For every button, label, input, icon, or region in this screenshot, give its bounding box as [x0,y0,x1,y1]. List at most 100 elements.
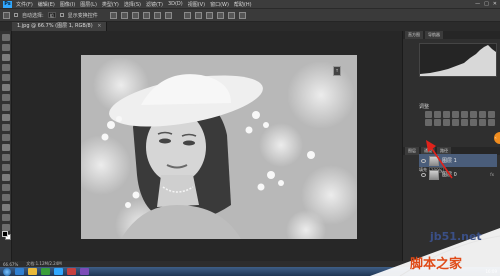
foreground-color-swatch[interactable] [2,231,8,237]
align-center-icon[interactable] [153,11,161,19]
menu-window[interactable]: 窗口(W) [210,1,229,8]
align-bottom-icon[interactable] [131,11,139,19]
move-tool-preset-icon[interactable] [3,11,10,19]
histogram-panel-tabs: 直方图 导航器 [403,31,500,39]
posterize-icon[interactable] [461,119,468,126]
auto-select-checkbox[interactable] [14,13,18,17]
threshold-icon[interactable] [470,119,477,126]
invert-icon[interactable] [452,119,459,126]
tab-histogram[interactable]: 直方图 [405,31,423,39]
curves-icon[interactable] [443,111,450,118]
quick-select-tool-icon[interactable] [2,64,10,71]
path-select-tool-icon[interactable] [2,194,10,201]
annotation-arrow-icon [426,140,453,179]
app-taskbar-icon[interactable] [41,268,50,275]
ie-taskbar-icon[interactable] [15,268,24,275]
close-button[interactable]: ✕ [493,1,497,7]
vibrance-icon[interactable] [461,111,468,118]
healing-brush-tool-icon[interactable] [2,94,10,101]
channel-mixer-icon[interactable] [434,119,441,126]
marquee-tool-icon[interactable] [2,44,10,51]
blur-tool-icon[interactable] [2,154,10,161]
window-controls: — □ ✕ [475,1,497,7]
document-tab[interactable]: 1.jpg @ 66.7% (图层 1, RGB/8) × [12,22,108,31]
photo-filter-icon[interactable] [425,119,432,126]
selective-color-icon[interactable] [488,119,495,126]
color-balance-icon[interactable] [479,111,486,118]
document-tab-bar: 1.jpg @ 66.7% (图层 1, RGB/8) × [0,22,500,31]
tab-navigator[interactable]: 导航器 [425,31,443,39]
brightness-contrast-icon[interactable] [425,111,432,118]
dodge-tool-icon[interactable] [2,164,10,171]
document-image[interactable] [81,55,357,239]
distribute-right-icon[interactable] [238,11,246,19]
shape-tool-icon[interactable] [2,204,10,211]
eyedropper-tool-icon[interactable] [2,84,10,91]
align-left-icon[interactable] [142,11,150,19]
histogram-graph [420,45,496,76]
move-tool-icon[interactable] [2,34,10,41]
adjustments-grid [425,111,497,126]
document-tab-title: 1.jpg @ 66.7% (图层 1, RGB/8) [17,23,93,29]
maximize-button[interactable]: □ [484,1,489,7]
black-white-icon[interactable] [488,111,495,118]
gradient-tool-icon[interactable] [2,144,10,151]
show-transform-label: 显示变换控件 [67,12,98,19]
minimize-button[interactable]: — [475,1,480,7]
eraser-tool-icon[interactable] [2,134,10,141]
menu-file[interactable]: 文件(F) [16,1,33,8]
adjustments-panel-title: 调整 [419,104,430,110]
floating-orange-badge[interactable]: ‹ [494,132,500,144]
distribute-middle-icon[interactable] [194,11,202,19]
menu-layer[interactable]: 图层(L) [80,1,97,8]
align-right-icon[interactable] [164,11,172,19]
show-transform-checkbox[interactable] [59,13,64,17]
image-properties-icon[interactable]: ↑ [333,66,341,76]
lasso-tool-icon[interactable] [2,54,10,61]
exposure-icon[interactable] [452,111,459,118]
gradient-map-icon[interactable] [479,119,486,126]
auto-select-label: 自动选择: [22,12,44,19]
align-top-icon[interactable] [109,11,117,19]
portrait-photo [81,55,357,239]
align-middle-icon[interactable] [120,11,128,19]
pen-tool-icon[interactable] [2,174,10,181]
distribute-bottom-icon[interactable] [205,11,213,19]
brush-tool-icon[interactable] [2,104,10,111]
layer-effects-badge: fx [490,172,494,177]
menu-help[interactable]: 帮助(H) [234,1,252,8]
clone-stamp-tool-icon[interactable] [2,114,10,121]
watermark-url: jb51.net [430,230,482,243]
menu-view[interactable]: 视图(V) [188,1,205,8]
menu-filter[interactable]: 滤镜(T) [146,1,163,8]
media-taskbar-icon[interactable] [67,268,76,275]
distribute-left-icon[interactable] [216,11,224,19]
menu-3d[interactable]: 3D(D) [168,1,183,7]
histogram-chart [419,43,497,77]
history-brush-tool-icon[interactable] [2,124,10,131]
menu-image[interactable]: 图像(I) [60,1,75,8]
tools-panel [0,31,12,261]
options-bar: 自动选择: 组 显示变换控件 [0,9,500,22]
explorer-taskbar-icon[interactable] [28,268,37,275]
hand-tool-icon[interactable] [2,214,10,221]
zoom-tool-icon[interactable] [2,224,10,231]
close-tab-icon[interactable]: × [97,23,101,29]
type-tool-icon[interactable] [2,184,10,191]
distribute-top-icon[interactable] [183,11,191,19]
zoom-level[interactable]: 66.67% [3,262,18,267]
menu-select[interactable]: 选择(S) [124,1,141,8]
menu-bar: Ps 文件(F) 编辑(E) 图像(I) 图层(L) 类型(Y) 选择(S) 滤… [0,0,500,9]
photoshop-logo: Ps [3,0,12,8]
menu-edit[interactable]: 编辑(E) [38,1,55,8]
app2-taskbar-icon[interactable] [80,268,89,275]
crop-tool-icon[interactable] [2,74,10,81]
auto-select-dropdown[interactable]: 组 [47,12,56,18]
menu-type[interactable]: 类型(Y) [102,1,119,8]
photoshop-taskbar-icon[interactable] [54,268,63,275]
distribute-center-icon[interactable] [227,11,235,19]
start-button-icon[interactable] [3,267,11,276]
levels-icon[interactable] [434,111,441,118]
color-lookup-icon[interactable] [443,119,450,126]
hue-saturation-icon[interactable] [470,111,477,118]
